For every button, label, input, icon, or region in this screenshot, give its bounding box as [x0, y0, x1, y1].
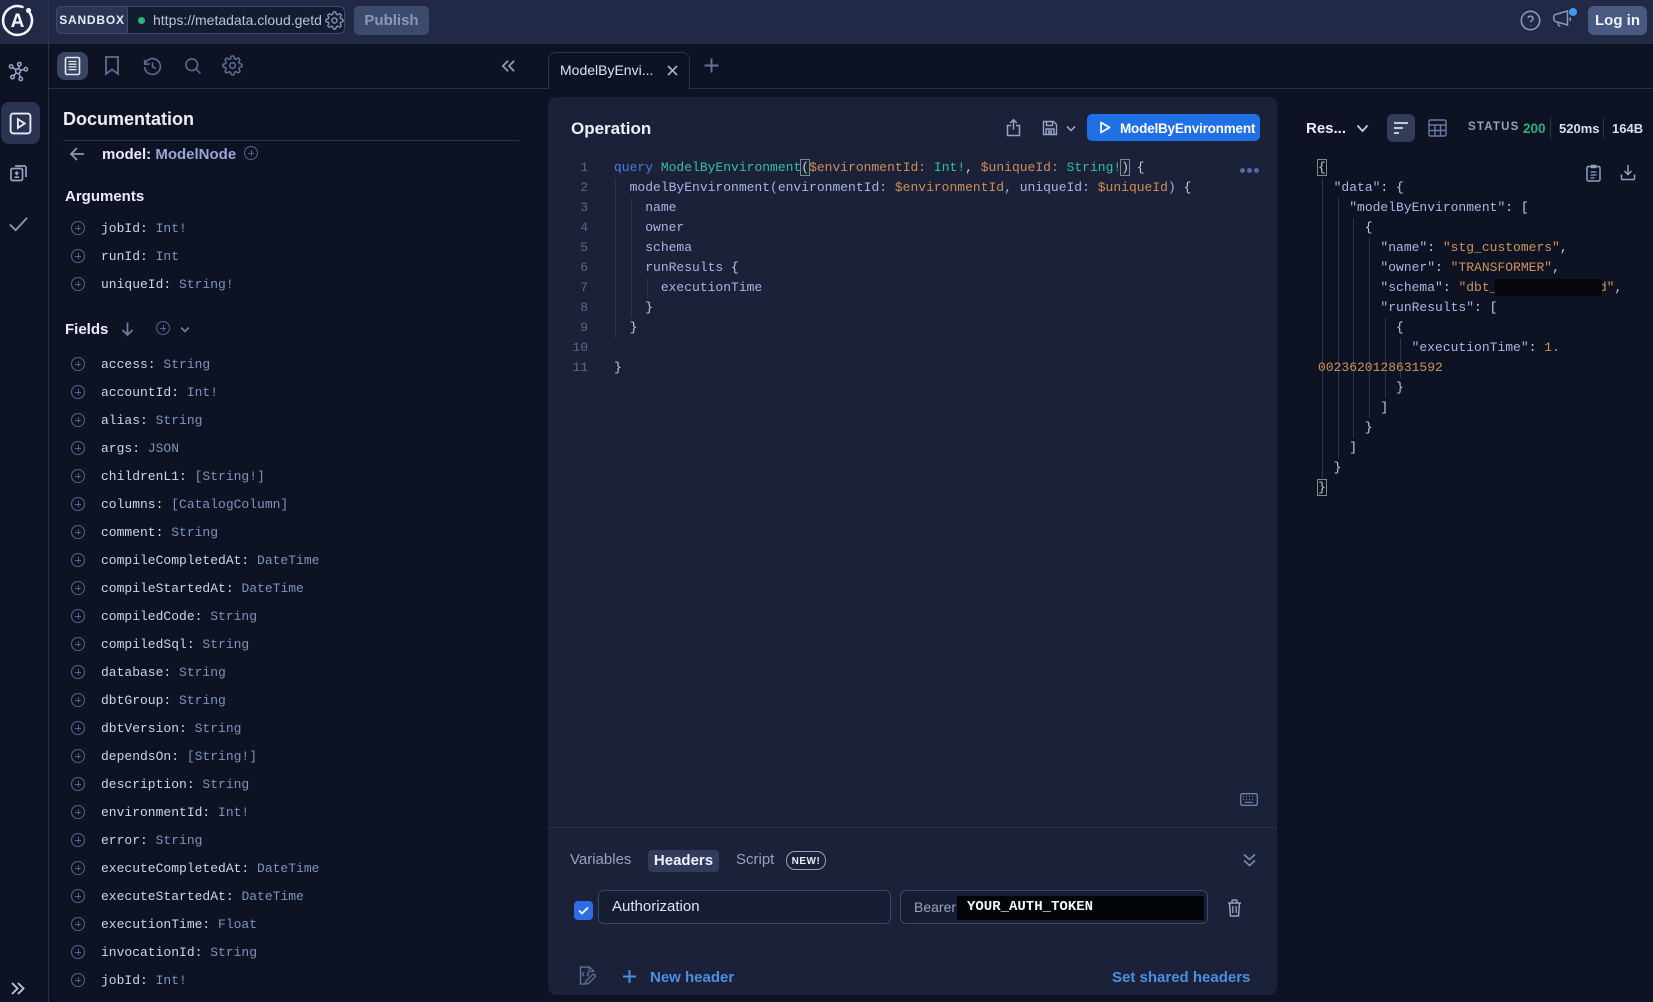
svg-text:A: A: [11, 11, 25, 32]
